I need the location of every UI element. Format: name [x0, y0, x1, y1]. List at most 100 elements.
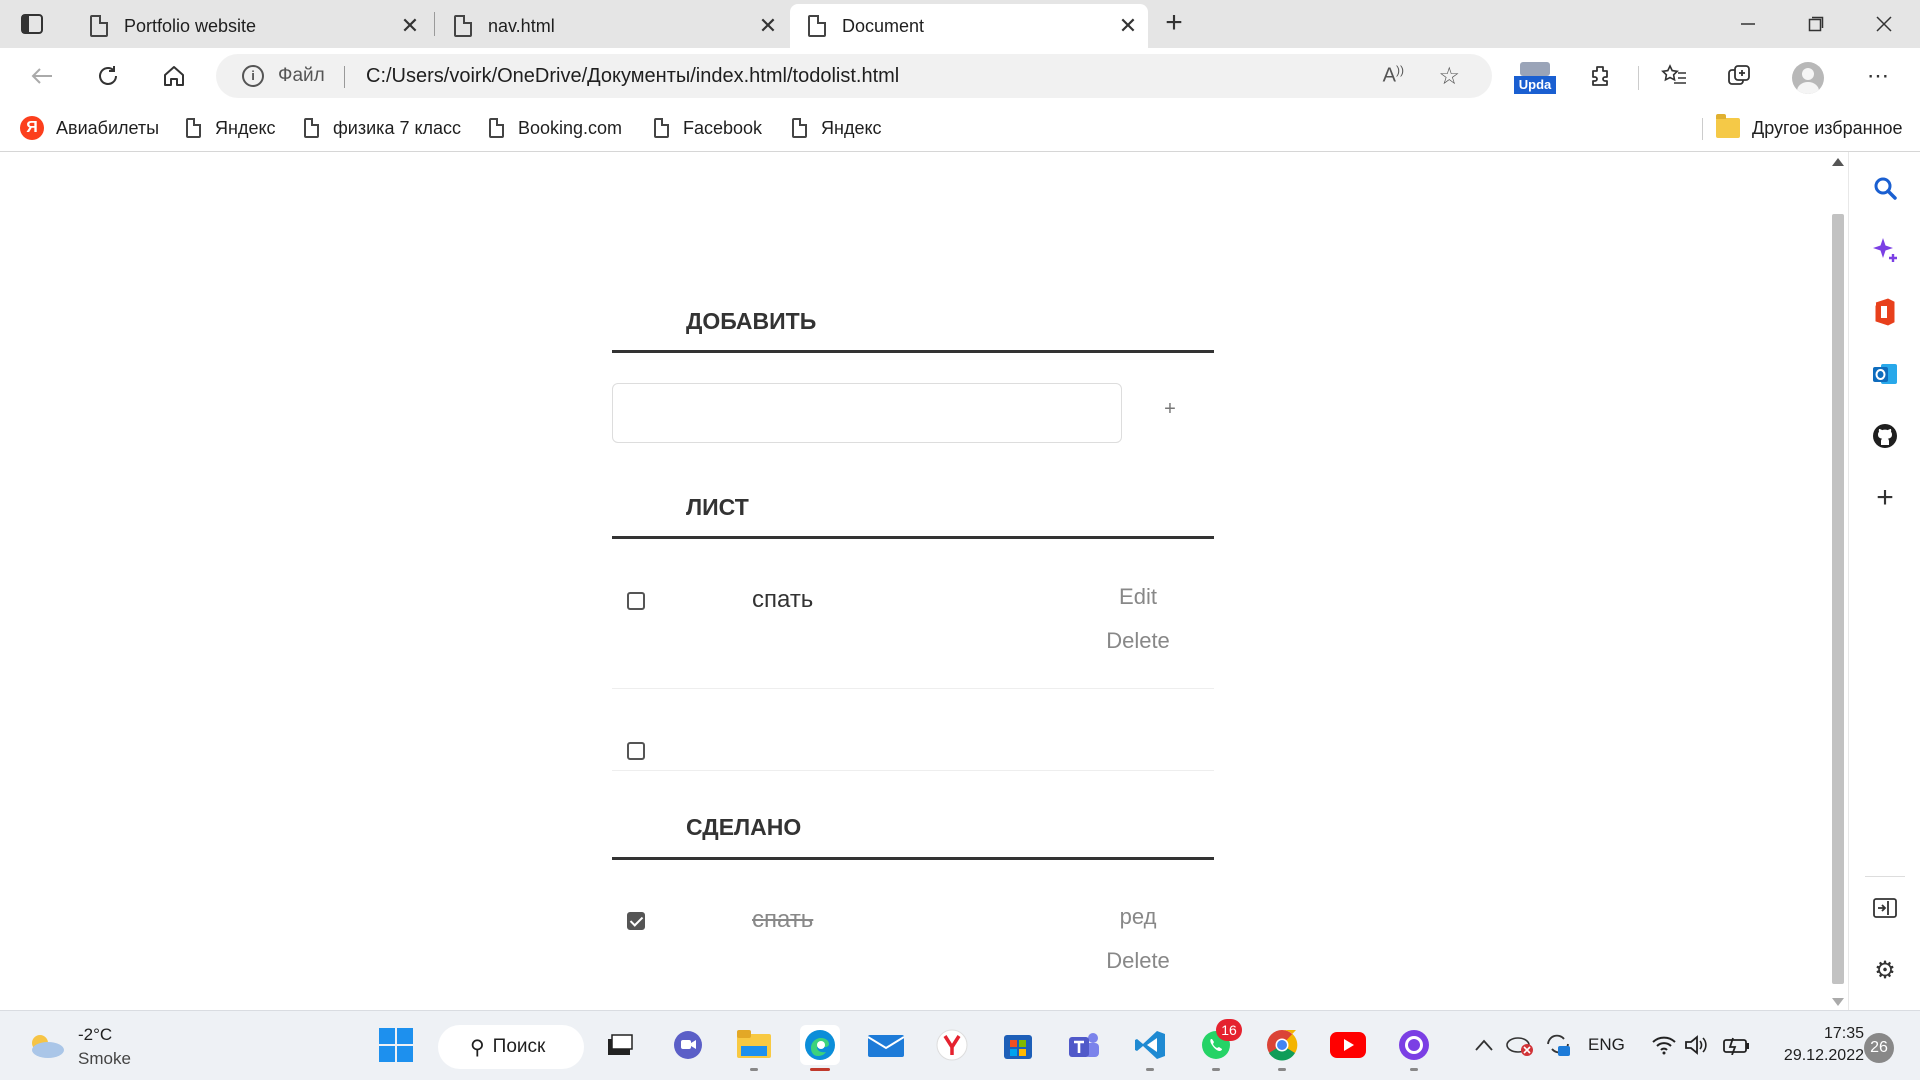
tab-separator — [434, 12, 435, 36]
bookmark-facebook[interactable]: Facebook — [654, 114, 762, 142]
tab-document[interactable]: Document ✕ — [790, 4, 1148, 48]
add-favorite-icon[interactable]: ☆ — [1438, 62, 1460, 91]
back-icon[interactable] — [24, 58, 60, 94]
microsoft-store-icon[interactable] — [998, 1025, 1038, 1065]
scheme-label[interactable]: Файл — [278, 65, 325, 87]
tab-portfolio-website[interactable]: Portfolio website ✕ — [72, 4, 430, 48]
toolbar-divider — [1638, 66, 1639, 90]
task-checkbox[interactable] — [627, 592, 645, 610]
edit-button[interactable]: ред — [1078, 904, 1198, 930]
scroll-thumb[interactable] — [1832, 214, 1844, 984]
language-indicator[interactable]: ENG — [1588, 1035, 1625, 1055]
bookmark-physics[interactable]: физика 7 класс — [304, 114, 461, 142]
task-text: спать — [752, 906, 814, 933]
page-scrollbar[interactable] — [1828, 152, 1848, 1010]
new-tab-icon[interactable]: + — [1158, 8, 1190, 40]
restore-icon[interactable] — [1796, 8, 1836, 40]
task-checkbox[interactable] — [627, 742, 645, 760]
scroll-down-icon[interactable] — [1832, 998, 1844, 1006]
add-task-button[interactable]: + — [1158, 398, 1182, 426]
info-icon[interactable]: i — [242, 65, 264, 87]
taskbar-search[interactable]: ⚲ Поиск — [438, 1025, 584, 1069]
start-windows-icon[interactable] — [376, 1025, 416, 1065]
tab-actions-menu-icon[interactable] — [16, 10, 48, 38]
weather-widget[interactable]: -2°C Smoke — [26, 1023, 146, 1071]
file-explorer-icon[interactable] — [734, 1025, 774, 1071]
more-menu-icon[interactable]: ⋯ — [1862, 60, 1894, 92]
add-sidebar-app-icon[interactable]: + — [1869, 481, 1901, 514]
page-viewport — [0, 152, 1830, 1010]
page-icon — [792, 118, 807, 138]
outlook-icon[interactable] — [1869, 358, 1901, 390]
close-icon[interactable]: ✕ — [756, 13, 780, 39]
minimize-icon[interactable] — [1728, 8, 1768, 40]
add-section-title: ДОБАВИТЬ — [686, 308, 817, 334]
task-view-icon[interactable] — [600, 1025, 640, 1065]
bookmark-label: Booking.com — [518, 117, 623, 138]
cloudy-icon — [32, 1035, 64, 1058]
bookmark-yandex[interactable]: Яндекс — [186, 114, 276, 142]
delete-button[interactable]: Delete — [1078, 628, 1198, 654]
sidebar-settings-icon[interactable]: ⚙ — [1869, 954, 1901, 986]
delete-button[interactable]: Delete — [1078, 948, 1198, 974]
list-section-title: ЛИСТ — [686, 494, 749, 520]
new-task-input[interactable] — [612, 383, 1122, 443]
bookmark-yandex-2[interactable]: Яндекс — [792, 114, 882, 142]
copilot-sparkle-icon[interactable] — [1869, 234, 1901, 266]
clock[interactable]: 17:35 29.12.2022 — [1760, 1023, 1864, 1067]
bookmark-label: Facebook — [683, 117, 763, 138]
mail-icon[interactable] — [866, 1025, 906, 1065]
yandex-icon: Я — [20, 116, 44, 140]
office-icon[interactable] — [1869, 296, 1901, 328]
bookmark-aviabilety[interactable]: Я Авиабилеты — [20, 114, 159, 142]
teams-icon[interactable] — [1064, 1025, 1104, 1065]
github-icon[interactable] — [1869, 420, 1901, 452]
tab-title: Portfolio website — [124, 15, 257, 36]
done-section-title: СДЕЛАНО — [686, 814, 802, 840]
scroll-up-icon[interactable] — [1832, 158, 1844, 166]
volume-icon[interactable] — [1676, 1025, 1716, 1065]
onedrive-error-icon[interactable] — [1500, 1025, 1540, 1065]
address-separator — [344, 66, 345, 88]
sync-icon[interactable] — [1538, 1025, 1578, 1065]
clock-date: 29.12.2022 — [1783, 1047, 1864, 1064]
address-bar[interactable]: i Файл C:/Users/voirk/OneDrive/Документы… — [216, 54, 1492, 98]
chevron-up-icon[interactable] — [1464, 1025, 1504, 1065]
edge-browser-icon[interactable] — [800, 1025, 840, 1071]
teams-chat-icon[interactable] — [668, 1025, 708, 1065]
search-label: Поиск — [492, 1036, 546, 1057]
url-text[interactable]: C:/Users/voirk/OneDrive/Документы/index.… — [366, 65, 899, 88]
extensions-icon[interactable] — [1584, 60, 1616, 92]
favorites-bar: Я Авиабилеты Яндекс физика 7 класс Booki… — [0, 104, 1920, 152]
close-window-icon[interactable] — [1864, 8, 1904, 40]
home-icon[interactable] — [156, 58, 192, 94]
page-icon — [808, 15, 826, 37]
page-icon — [489, 118, 504, 138]
yandex-browser-icon[interactable] — [932, 1025, 972, 1065]
profile-avatar[interactable] — [1792, 62, 1824, 94]
clock-time: 17:35 — [1823, 1025, 1864, 1042]
close-icon[interactable]: ✕ — [398, 13, 422, 39]
task-checkbox-checked[interactable] — [627, 912, 645, 930]
read-aloud-icon[interactable]: A)) — [1383, 63, 1404, 88]
row-divider — [612, 688, 1214, 689]
bookmark-booking[interactable]: Booking.com — [489, 114, 622, 142]
refresh-icon[interactable] — [90, 58, 126, 94]
browser-toolbar: i Файл C:/Users/voirk/OneDrive/Документы… — [0, 48, 1920, 104]
github-desktop-icon[interactable] — [1394, 1025, 1434, 1071]
favorites-icon[interactable] — [1658, 60, 1690, 92]
update-extension-icon[interactable]: Upda — [1514, 62, 1556, 94]
edit-button[interactable]: Edit — [1078, 584, 1198, 610]
tab-title: Document — [842, 15, 925, 36]
collections-icon[interactable] — [1724, 60, 1756, 92]
battery-icon[interactable] — [1716, 1025, 1756, 1065]
tab-nav-html[interactable]: nav.html ✕ — [436, 4, 788, 48]
youtube-icon[interactable] — [1328, 1025, 1368, 1065]
chrome-icon[interactable] — [1262, 1025, 1302, 1071]
other-favorites-folder[interactable]: Другое избранное — [1716, 114, 1903, 142]
close-icon[interactable]: ✕ — [1116, 13, 1140, 39]
notification-count-badge[interactable]: 26 — [1864, 1033, 1894, 1063]
vscode-icon[interactable] — [1130, 1025, 1170, 1071]
search-icon[interactable] — [1869, 172, 1901, 204]
hide-sidebar-icon[interactable] — [1869, 892, 1901, 924]
